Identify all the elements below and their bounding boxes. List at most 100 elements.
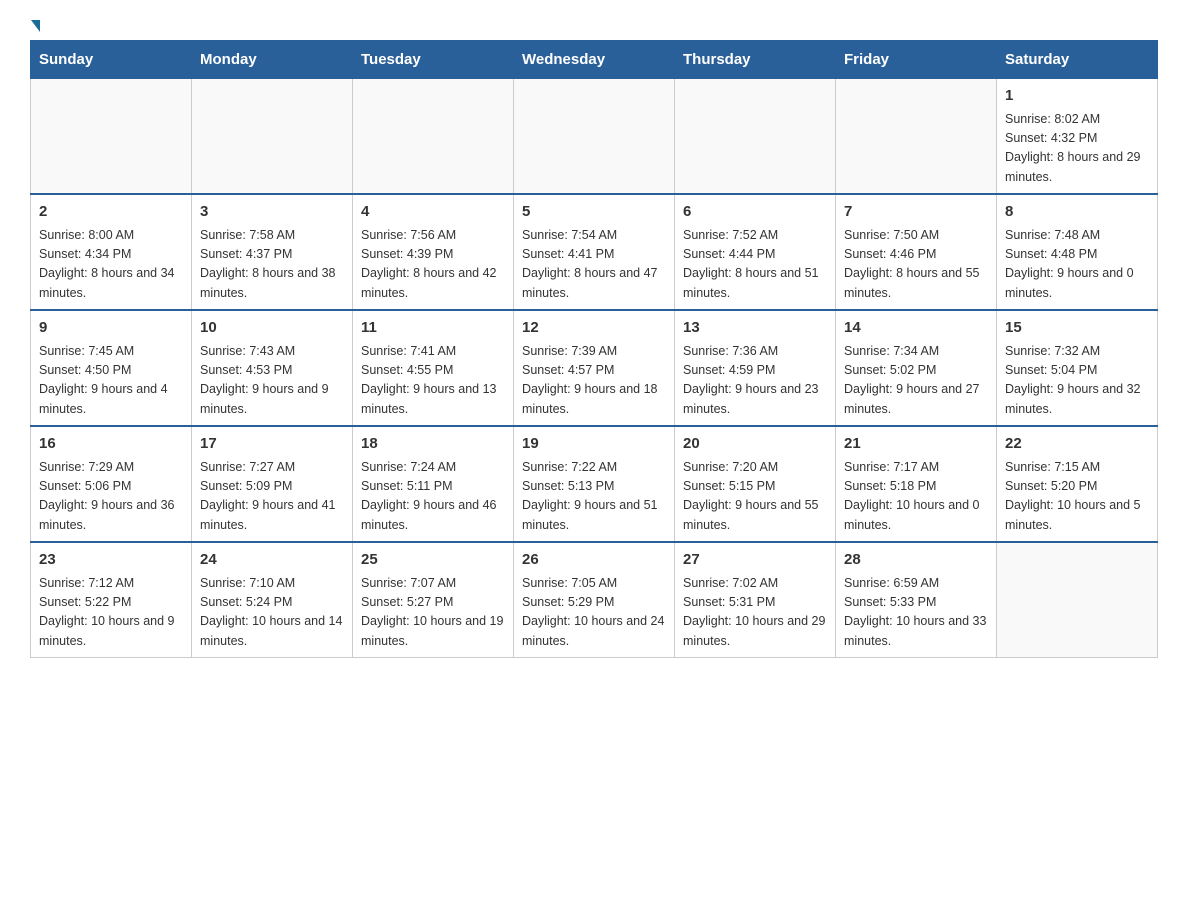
calendar-cell	[31, 79, 192, 195]
day-info: Sunrise: 7:24 AMSunset: 5:11 PMDaylight:…	[361, 458, 505, 536]
calendar-table: SundayMondayTuesdayWednesdayThursdayFrid…	[30, 40, 1158, 658]
day-info: Sunrise: 7:12 AMSunset: 5:22 PMDaylight:…	[39, 574, 183, 652]
day-info: Sunrise: 8:00 AMSunset: 4:34 PMDaylight:…	[39, 226, 183, 304]
calendar-cell: 19Sunrise: 7:22 AMSunset: 5:13 PMDayligh…	[514, 426, 675, 542]
calendar-cell: 26Sunrise: 7:05 AMSunset: 5:29 PMDayligh…	[514, 542, 675, 658]
logo	[30, 20, 40, 30]
day-info: Sunrise: 7:02 AMSunset: 5:31 PMDaylight:…	[683, 574, 827, 652]
day-info: Sunrise: 7:32 AMSunset: 5:04 PMDaylight:…	[1005, 342, 1149, 420]
calendar-cell: 16Sunrise: 7:29 AMSunset: 5:06 PMDayligh…	[31, 426, 192, 542]
day-number: 6	[683, 201, 827, 224]
day-number: 20	[683, 433, 827, 456]
calendar-cell: 6Sunrise: 7:52 AMSunset: 4:44 PMDaylight…	[675, 194, 836, 310]
day-number: 19	[522, 433, 666, 456]
calendar-cell: 12Sunrise: 7:39 AMSunset: 4:57 PMDayligh…	[514, 310, 675, 426]
day-number: 27	[683, 549, 827, 572]
calendar-cell	[675, 79, 836, 195]
day-number: 7	[844, 201, 988, 224]
weekday-header-wednesday: Wednesday	[514, 41, 675, 79]
calendar-cell: 15Sunrise: 7:32 AMSunset: 5:04 PMDayligh…	[997, 310, 1158, 426]
calendar-cell	[514, 79, 675, 195]
day-number: 8	[1005, 201, 1149, 224]
day-number: 4	[361, 201, 505, 224]
calendar-week-row: 23Sunrise: 7:12 AMSunset: 5:22 PMDayligh…	[31, 542, 1158, 658]
day-info: Sunrise: 7:52 AMSunset: 4:44 PMDaylight:…	[683, 226, 827, 304]
day-number: 2	[39, 201, 183, 224]
day-number: 10	[200, 317, 344, 340]
day-info: Sunrise: 7:05 AMSunset: 5:29 PMDaylight:…	[522, 574, 666, 652]
day-info: Sunrise: 7:58 AMSunset: 4:37 PMDaylight:…	[200, 226, 344, 304]
day-info: Sunrise: 7:36 AMSunset: 4:59 PMDaylight:…	[683, 342, 827, 420]
day-number: 26	[522, 549, 666, 572]
calendar-cell: 21Sunrise: 7:17 AMSunset: 5:18 PMDayligh…	[836, 426, 997, 542]
day-number: 13	[683, 317, 827, 340]
day-info: Sunrise: 7:20 AMSunset: 5:15 PMDaylight:…	[683, 458, 827, 536]
day-info: Sunrise: 7:15 AMSunset: 5:20 PMDaylight:…	[1005, 458, 1149, 536]
day-info: Sunrise: 7:29 AMSunset: 5:06 PMDaylight:…	[39, 458, 183, 536]
calendar-week-row: 1Sunrise: 8:02 AMSunset: 4:32 PMDaylight…	[31, 79, 1158, 195]
day-info: Sunrise: 7:41 AMSunset: 4:55 PMDaylight:…	[361, 342, 505, 420]
day-number: 22	[1005, 433, 1149, 456]
day-number: 16	[39, 433, 183, 456]
day-number: 9	[39, 317, 183, 340]
day-number: 1	[1005, 85, 1149, 108]
calendar-cell	[192, 79, 353, 195]
calendar-week-row: 9Sunrise: 7:45 AMSunset: 4:50 PMDaylight…	[31, 310, 1158, 426]
calendar-cell: 17Sunrise: 7:27 AMSunset: 5:09 PMDayligh…	[192, 426, 353, 542]
day-number: 28	[844, 549, 988, 572]
day-info: Sunrise: 7:45 AMSunset: 4:50 PMDaylight:…	[39, 342, 183, 420]
calendar-cell: 4Sunrise: 7:56 AMSunset: 4:39 PMDaylight…	[353, 194, 514, 310]
calendar-cell: 24Sunrise: 7:10 AMSunset: 5:24 PMDayligh…	[192, 542, 353, 658]
calendar-cell: 28Sunrise: 6:59 AMSunset: 5:33 PMDayligh…	[836, 542, 997, 658]
weekday-header-friday: Friday	[836, 41, 997, 79]
calendar-cell: 11Sunrise: 7:41 AMSunset: 4:55 PMDayligh…	[353, 310, 514, 426]
calendar-week-row: 2Sunrise: 8:00 AMSunset: 4:34 PMDaylight…	[31, 194, 1158, 310]
weekday-header-tuesday: Tuesday	[353, 41, 514, 79]
calendar-cell: 3Sunrise: 7:58 AMSunset: 4:37 PMDaylight…	[192, 194, 353, 310]
day-number: 12	[522, 317, 666, 340]
calendar-cell: 22Sunrise: 7:15 AMSunset: 5:20 PMDayligh…	[997, 426, 1158, 542]
calendar-cell: 13Sunrise: 7:36 AMSunset: 4:59 PMDayligh…	[675, 310, 836, 426]
calendar-cell: 27Sunrise: 7:02 AMSunset: 5:31 PMDayligh…	[675, 542, 836, 658]
day-info: Sunrise: 7:54 AMSunset: 4:41 PMDaylight:…	[522, 226, 666, 304]
day-number: 5	[522, 201, 666, 224]
day-number: 17	[200, 433, 344, 456]
calendar-header-row: SundayMondayTuesdayWednesdayThursdayFrid…	[31, 41, 1158, 79]
day-number: 14	[844, 317, 988, 340]
weekday-header-monday: Monday	[192, 41, 353, 79]
calendar-cell: 9Sunrise: 7:45 AMSunset: 4:50 PMDaylight…	[31, 310, 192, 426]
day-number: 15	[1005, 317, 1149, 340]
weekday-header-saturday: Saturday	[997, 41, 1158, 79]
day-number: 24	[200, 549, 344, 572]
calendar-cell: 18Sunrise: 7:24 AMSunset: 5:11 PMDayligh…	[353, 426, 514, 542]
day-info: Sunrise: 7:27 AMSunset: 5:09 PMDaylight:…	[200, 458, 344, 536]
day-info: Sunrise: 7:17 AMSunset: 5:18 PMDaylight:…	[844, 458, 988, 536]
calendar-cell	[997, 542, 1158, 658]
day-info: Sunrise: 7:07 AMSunset: 5:27 PMDaylight:…	[361, 574, 505, 652]
day-info: Sunrise: 6:59 AMSunset: 5:33 PMDaylight:…	[844, 574, 988, 652]
day-number: 25	[361, 549, 505, 572]
day-info: Sunrise: 7:48 AMSunset: 4:48 PMDaylight:…	[1005, 226, 1149, 304]
day-info: Sunrise: 7:22 AMSunset: 5:13 PMDaylight:…	[522, 458, 666, 536]
day-info: Sunrise: 7:43 AMSunset: 4:53 PMDaylight:…	[200, 342, 344, 420]
calendar-cell: 14Sunrise: 7:34 AMSunset: 5:02 PMDayligh…	[836, 310, 997, 426]
weekday-header-thursday: Thursday	[675, 41, 836, 79]
calendar-cell: 20Sunrise: 7:20 AMSunset: 5:15 PMDayligh…	[675, 426, 836, 542]
calendar-cell: 1Sunrise: 8:02 AMSunset: 4:32 PMDaylight…	[997, 79, 1158, 195]
day-info: Sunrise: 8:02 AMSunset: 4:32 PMDaylight:…	[1005, 110, 1149, 188]
calendar-cell: 2Sunrise: 8:00 AMSunset: 4:34 PMDaylight…	[31, 194, 192, 310]
calendar-cell: 5Sunrise: 7:54 AMSunset: 4:41 PMDaylight…	[514, 194, 675, 310]
day-number: 3	[200, 201, 344, 224]
logo-arrow-icon	[31, 20, 40, 32]
calendar-cell	[836, 79, 997, 195]
day-number: 11	[361, 317, 505, 340]
day-info: Sunrise: 7:56 AMSunset: 4:39 PMDaylight:…	[361, 226, 505, 304]
day-info: Sunrise: 7:39 AMSunset: 4:57 PMDaylight:…	[522, 342, 666, 420]
calendar-cell: 8Sunrise: 7:48 AMSunset: 4:48 PMDaylight…	[997, 194, 1158, 310]
calendar-cell: 23Sunrise: 7:12 AMSunset: 5:22 PMDayligh…	[31, 542, 192, 658]
day-number: 21	[844, 433, 988, 456]
day-number: 23	[39, 549, 183, 572]
day-info: Sunrise: 7:34 AMSunset: 5:02 PMDaylight:…	[844, 342, 988, 420]
page-header	[30, 20, 1158, 30]
day-number: 18	[361, 433, 505, 456]
